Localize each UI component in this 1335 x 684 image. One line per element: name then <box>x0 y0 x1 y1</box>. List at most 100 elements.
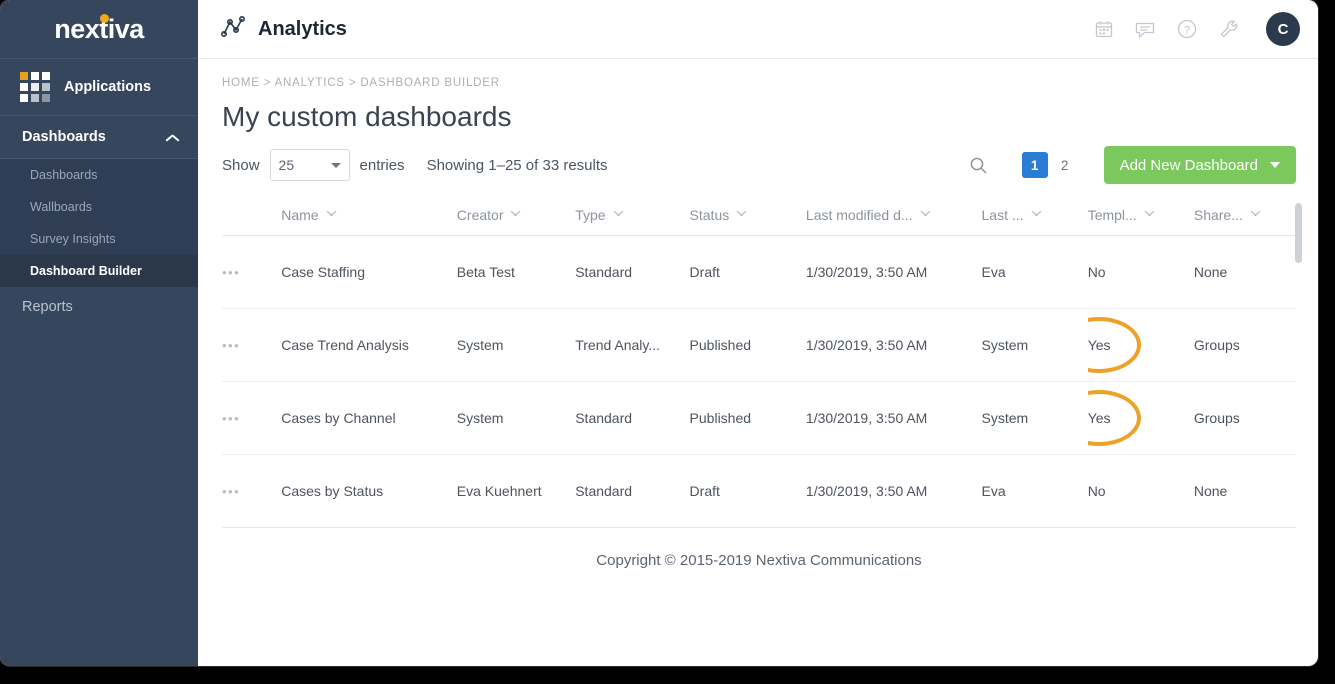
cell-status: Published <box>689 381 806 455</box>
chevron-down-icon <box>1250 212 1261 219</box>
cell-type: Standard <box>575 454 690 528</box>
pagination-label: 1 <box>1030 157 1039 173</box>
table-row[interactable]: ••• Cases by Channel System Standard Pub… <box>222 381 1296 455</box>
cell-name: Cases by Status <box>281 454 457 528</box>
cell-status: Draft <box>689 454 806 528</box>
cell-last-modified-by: System <box>981 381 1088 455</box>
row-actions-menu[interactable]: ••• <box>222 381 282 455</box>
cell-creator: System <box>456 308 576 382</box>
main-content: Analytics ? C HOME > ANALYTICS > DASHBOA… <box>198 0 1318 666</box>
row-actions-menu[interactable]: ••• <box>222 308 282 382</box>
table-scrollbar[interactable] <box>1295 203 1302 263</box>
column-header-name[interactable]: Name <box>281 197 457 236</box>
chevron-down-icon <box>330 162 341 168</box>
chevron-down-icon <box>510 212 521 219</box>
cell-template: Yes <box>1087 308 1194 382</box>
column-header-label: Last modified d... <box>805 207 913 223</box>
wrench-icon[interactable] <box>1218 18 1240 40</box>
column-header-label: Share... <box>1193 207 1243 223</box>
column-header-type[interactable]: Type <box>575 197 690 236</box>
sidebar-item-label: Dashboards <box>30 168 98 182</box>
topbar-icons: ? C <box>1094 0 1300 58</box>
column-header-actions <box>222 197 282 236</box>
cell-template: No <box>1087 454 1194 528</box>
pagination-page-1[interactable]: 1 <box>1021 152 1048 178</box>
row-actions-menu[interactable]: ••• <box>222 235 282 309</box>
column-header-status[interactable]: Status <box>689 197 806 236</box>
chevron-down-icon <box>920 212 931 219</box>
breadcrumb[interactable]: HOME > ANALYTICS > DASHBOARD BUILDER <box>198 59 1318 89</box>
chevron-down-icon <box>613 212 624 219</box>
pagination-page-2[interactable]: 2 <box>1052 152 1078 178</box>
cell-status: Draft <box>689 235 806 309</box>
logo-dot-icon <box>100 14 109 23</box>
column-header-last-modified-by[interactable]: Last ... <box>981 197 1088 236</box>
cell-last-modified-by: Eva <box>981 454 1088 528</box>
table-toolbar: Show 25 entries Showing 1–25 of 33 resul… <box>198 133 1318 197</box>
column-header-last-modified-date[interactable]: Last modified d... <box>805 197 982 236</box>
sidebar-item-dashboards[interactable]: Dashboards <box>0 159 198 191</box>
pagination-label: 2 <box>1060 157 1069 173</box>
row-actions-menu[interactable]: ••• <box>222 454 282 528</box>
chevron-up-icon[interactable] <box>165 133 180 142</box>
sidebar-item-survey-insights[interactable]: Survey Insights <box>0 223 198 255</box>
cell-template: No <box>1087 235 1194 309</box>
sidebar-item-reports[interactable]: Reports <box>0 287 198 327</box>
table-header-row: Name Creator Type Status Last modified d… <box>222 197 1296 236</box>
table-body: ••• Case Staffing Beta Test Standard Dra… <box>222 235 1296 528</box>
cell-last-modified-by: Eva <box>981 235 1088 309</box>
search-icon[interactable] <box>969 156 988 175</box>
sidebar-section-dashboards[interactable]: Dashboards <box>0 116 198 159</box>
more-options-icon: ••• <box>222 411 241 426</box>
line-chart-icon <box>220 15 246 44</box>
sidebar-item-label: Reports <box>22 299 73 315</box>
cell-type: Standard <box>575 235 690 309</box>
toolbar-right: 1 2 Add New Dashboard <box>969 133 1296 197</box>
table-row[interactable]: ••• Case Staffing Beta Test Standard Dra… <box>222 235 1296 309</box>
svg-text:?: ? <box>1184 25 1190 37</box>
add-new-dashboard-button[interactable]: Add New Dashboard <box>1103 146 1296 184</box>
sidebar-item-label: Survey Insights <box>30 232 116 246</box>
apps-grid-icon <box>20 72 50 102</box>
sidebar-item-wallboards[interactable]: Wallboards <box>0 191 198 223</box>
applications-label: Applications <box>64 79 152 95</box>
column-header-label: Type <box>575 207 606 223</box>
cell-name: Case Trend Analysis <box>281 308 457 382</box>
help-icon[interactable]: ? <box>1176 18 1198 40</box>
chevron-down-icon <box>1031 212 1042 219</box>
sidebar: nextiva Applications Dashboards Dashboar… <box>0 0 198 666</box>
calendar-icon[interactable] <box>1094 19 1114 39</box>
chat-icon[interactable] <box>1134 19 1156 39</box>
column-header-creator[interactable]: Creator <box>456 197 576 236</box>
column-header-shared[interactable]: Share... <box>1193 197 1296 236</box>
cell-shared: Groups <box>1193 308 1296 382</box>
more-options-icon: ••• <box>222 265 241 280</box>
chevron-down-icon <box>736 212 747 219</box>
logo-text: nextiva <box>54 13 144 44</box>
cell-type: Standard <box>575 381 690 455</box>
table-row[interactable]: ••• Case Trend Analysis System Trend Ana… <box>222 308 1296 382</box>
cell-template: Yes <box>1087 381 1194 455</box>
cell-creator: System <box>456 381 576 455</box>
sidebar-item-label: Dashboard Builder <box>30 264 142 278</box>
cell-template-value: No <box>1087 264 1106 280</box>
column-header-template[interactable]: Templ... <box>1087 197 1194 236</box>
cell-last-modified-date: 1/30/2019, 3:50 AM <box>805 381 982 455</box>
table-row[interactable]: ••• Cases by Status Eva Kuehnert Standar… <box>222 454 1296 528</box>
brand-logo[interactable]: nextiva <box>0 0 198 59</box>
sidebar-item-applications[interactable]: Applications <box>0 59 198 116</box>
more-options-icon: ••• <box>222 484 241 499</box>
cell-shared: None <box>1193 454 1296 528</box>
avatar[interactable]: C <box>1266 12 1300 46</box>
page-title: My custom dashboards <box>222 101 512 132</box>
cell-creator: Beta Test <box>456 235 576 309</box>
entries-select-value: 25 <box>278 157 295 173</box>
cell-shared: Groups <box>1193 381 1296 455</box>
cell-name: Case Staffing <box>281 235 457 309</box>
cell-last-modified-date: 1/30/2019, 3:50 AM <box>805 235 982 309</box>
cell-status: Published <box>689 308 806 382</box>
entries-label: entries <box>359 156 405 174</box>
entries-select[interactable]: 25 <box>269 149 350 181</box>
column-header-label: Name <box>281 207 319 223</box>
sidebar-item-dashboard-builder[interactable]: Dashboard Builder <box>0 255 198 287</box>
